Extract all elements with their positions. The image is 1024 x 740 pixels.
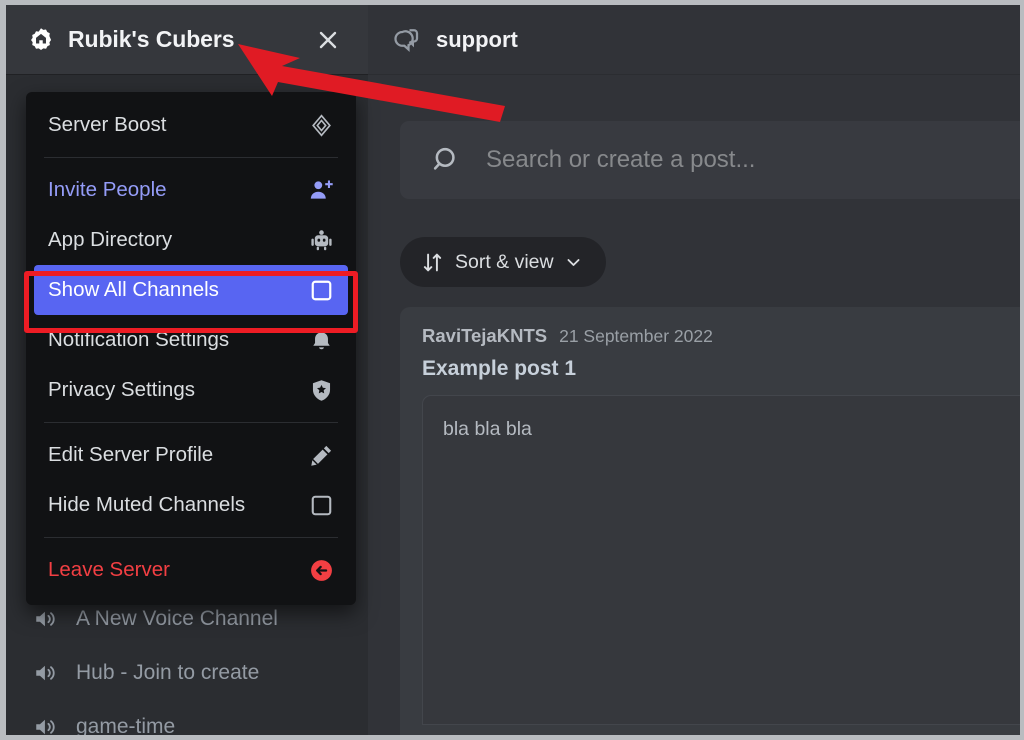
screenshot-frame: Rubik's Cubers A New Voice Channel Hub -… [0, 0, 1024, 740]
menu-separator [44, 537, 338, 538]
server-name-title: Rubik's Cubers [68, 26, 235, 52]
menu-item-label: Invite People [48, 177, 167, 201]
menu-item-edit-server-profile[interactable]: Edit Server Profile [34, 430, 348, 480]
menu-item-label: Server Boost [48, 112, 167, 136]
robot-icon [308, 227, 334, 253]
discord-app-window: Rubik's Cubers A New Voice Channel Hub -… [6, 5, 1020, 735]
menu-separator [44, 422, 338, 423]
forum-post-card[interactable]: RaviTejaKNTS 21 September 2022 Example p… [400, 307, 1020, 735]
server-home-gear-icon [28, 27, 54, 53]
search-bar[interactable]: Search or create a post... [400, 121, 1020, 199]
shield-star-icon [308, 377, 334, 403]
boost-diamond-icon [308, 112, 334, 138]
menu-item-label: Show All Channels [48, 277, 219, 301]
menu-item-label: Leave Server [48, 557, 170, 581]
person-add-icon [308, 177, 334, 203]
forum-channel-icon [390, 24, 422, 56]
menu-item-label: Hide Muted Channels [48, 492, 246, 516]
close-icon[interactable] [314, 26, 342, 54]
search-icon [430, 143, 464, 177]
menu-item-label: Edit Server Profile [48, 442, 214, 466]
checkbox-unchecked-icon[interactable] [308, 492, 334, 518]
menu-item-label: App Directory [48, 227, 173, 251]
channel-title: support [436, 26, 518, 52]
menu-separator [44, 157, 338, 158]
server-dropdown-menu: Server Boost Invite People App Directory… [26, 92, 356, 605]
menu-item-app-directory[interactable]: App Directory [34, 215, 348, 265]
post-meta: RaviTejaKNTS 21 September 2022 [422, 325, 1020, 347]
post-body: bla bla bla [422, 395, 1020, 725]
menu-item-notification-settings[interactable]: Notification Settings [34, 315, 348, 365]
post-date: 21 September 2022 [559, 326, 713, 346]
pencil-icon [308, 442, 334, 468]
menu-item-privacy-settings[interactable]: Privacy Settings [34, 365, 348, 415]
sort-arrows-icon [420, 250, 444, 274]
menu-item-leave-server[interactable]: Leave Server [34, 545, 348, 595]
channel-item-label: A New Voice Channel [76, 607, 278, 630]
menu-item-invite-people[interactable]: Invite People [34, 165, 348, 215]
search-input-placeholder[interactable]: Search or create a post... [486, 146, 755, 174]
channel-item-label: game-time [76, 715, 176, 735]
post-author[interactable]: RaviTejaKNTS [422, 325, 547, 347]
menu-item-show-all-channels[interactable]: Show All Channels [34, 265, 348, 315]
channel-header: support [368, 5, 1020, 75]
menu-item-label: Privacy Settings [48, 377, 195, 401]
bell-icon [308, 327, 334, 353]
speaker-icon [32, 605, 60, 633]
sort-and-view-button[interactable]: Sort & view [400, 237, 606, 287]
speaker-icon [32, 713, 60, 735]
channel-item-voice-2[interactable]: game-time [6, 700, 368, 735]
menu-item-server-boost[interactable]: Server Boost [34, 100, 348, 150]
server-header-bar[interactable]: Rubik's Cubers [6, 5, 368, 74]
main-content-panel: support Search or create a post... Sort … [368, 5, 1020, 735]
speaker-icon [32, 659, 60, 687]
server-sidebar: Rubik's Cubers A New Voice Channel Hub -… [6, 5, 368, 735]
sort-and-view-label: Sort & view [455, 250, 554, 273]
menu-item-label: Notification Settings [48, 327, 230, 351]
checkbox-unchecked-icon[interactable] [308, 277, 334, 303]
chevron-down-icon [564, 252, 584, 272]
post-title[interactable]: Example post 1 [422, 357, 1020, 381]
channel-item-voice-1[interactable]: Hub - Join to create [6, 646, 368, 700]
leave-arrow-icon [308, 557, 334, 583]
menu-item-hide-muted-channels[interactable]: Hide Muted Channels [34, 480, 348, 530]
channel-item-label: Hub - Join to create [76, 661, 260, 684]
